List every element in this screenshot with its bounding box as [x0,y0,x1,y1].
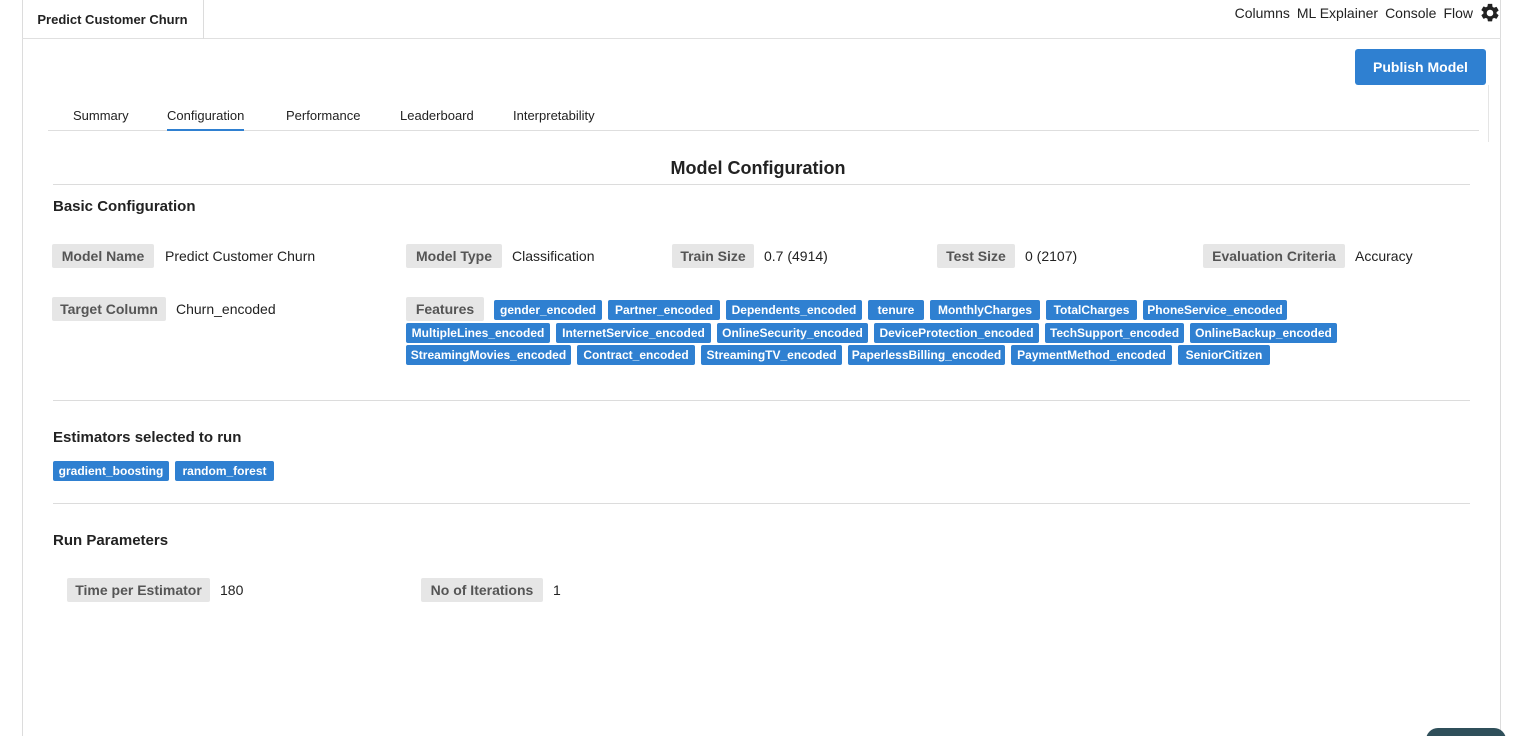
model-type-label: Model Type [406,244,502,268]
top-nav: Columns ML Explainer Console Flow [1228,2,1501,24]
iterations-label: No of Iterations [421,578,543,602]
divider [53,184,1470,185]
app-tab-title[interactable]: Predict Customer Churn [22,0,204,39]
divider [1488,85,1489,142]
tab-configuration[interactable]: Configuration [167,108,245,131]
feature-tag: PaperlessBilling_encoded [848,345,1005,365]
feature-tag: tenure [868,300,924,320]
estimators-heading: Estimators selected to run [53,429,242,446]
test-size-label: Test Size [937,244,1015,268]
model-type-value: Classification [512,248,595,264]
train-size-value: 0.7 (4914) [764,248,828,264]
tab-leaderboard[interactable]: Leaderboard [400,108,474,129]
feature-tag: Dependents_encoded [726,300,862,320]
estimator-tag: random_forest [175,461,274,481]
feature-tag: InternetService_encoded [556,323,711,343]
feature-tag: PhoneService_encoded [1143,300,1287,320]
features-label: Features [406,297,484,321]
nav-flow[interactable]: Flow [1443,5,1473,21]
chat-widget-button[interactable] [1426,728,1506,736]
estimator-tag: gradient_boosting [53,461,169,481]
tab-interpretability[interactable]: Interpretability [513,108,595,129]
feature-tag: Partner_encoded [608,300,720,320]
time-per-estimator-label: Time per Estimator [67,578,210,602]
feature-tag: SeniorCitizen [1178,345,1270,365]
tab-summary[interactable]: Summary [73,108,129,129]
evaluation-criteria-value: Accuracy [1355,248,1413,264]
nav-columns[interactable]: Columns [1235,5,1290,21]
feature-tag: StreamingTV_encoded [701,345,842,365]
divider [53,400,1470,401]
test-size-value: 0 (2107) [1025,248,1078,264]
target-column-label: Target Column [52,297,166,321]
basic-config-heading: Basic Configuration [53,198,196,215]
run-parameters-heading: Run Parameters [53,532,169,549]
target-column-value: Churn_encoded [176,301,276,317]
nav-ml-explainer[interactable]: ML Explainer [1297,5,1378,21]
train-size-label: Train Size [672,244,754,268]
feature-tag: OnlineSecurity_encoded [717,323,868,343]
iterations-value: 1 [553,582,561,598]
feature-tag: StreamingMovies_encoded [406,345,571,365]
feature-tag: MultipleLines_encoded [406,323,550,343]
feature-tag: MonthlyCharges [930,300,1040,320]
feature-tag: gender_encoded [494,300,602,320]
gear-icon[interactable] [1479,2,1501,24]
tab-bar: Summary Configuration Performance Leader… [48,100,1479,131]
evaluation-criteria-label: Evaluation Criteria [1203,244,1345,268]
feature-tag: OnlineBackup_encoded [1190,323,1337,343]
divider [53,503,1470,504]
feature-tag: TotalCharges [1046,300,1137,320]
model-name-value: Predict Customer Churn [165,248,316,264]
feature-tag: Contract_encoded [577,345,695,365]
page-title: Model Configuration [670,158,846,178]
time-per-estimator-value: 180 [220,582,244,598]
feature-tag: DeviceProtection_encoded [874,323,1039,343]
model-name-label: Model Name [52,244,154,268]
nav-console[interactable]: Console [1385,5,1436,21]
feature-tag: TechSupport_encoded [1045,323,1184,343]
publish-model-button[interactable]: Publish Model [1355,49,1486,85]
feature-tag: PaymentMethod_encoded [1011,345,1172,365]
tab-performance[interactable]: Performance [286,108,360,129]
